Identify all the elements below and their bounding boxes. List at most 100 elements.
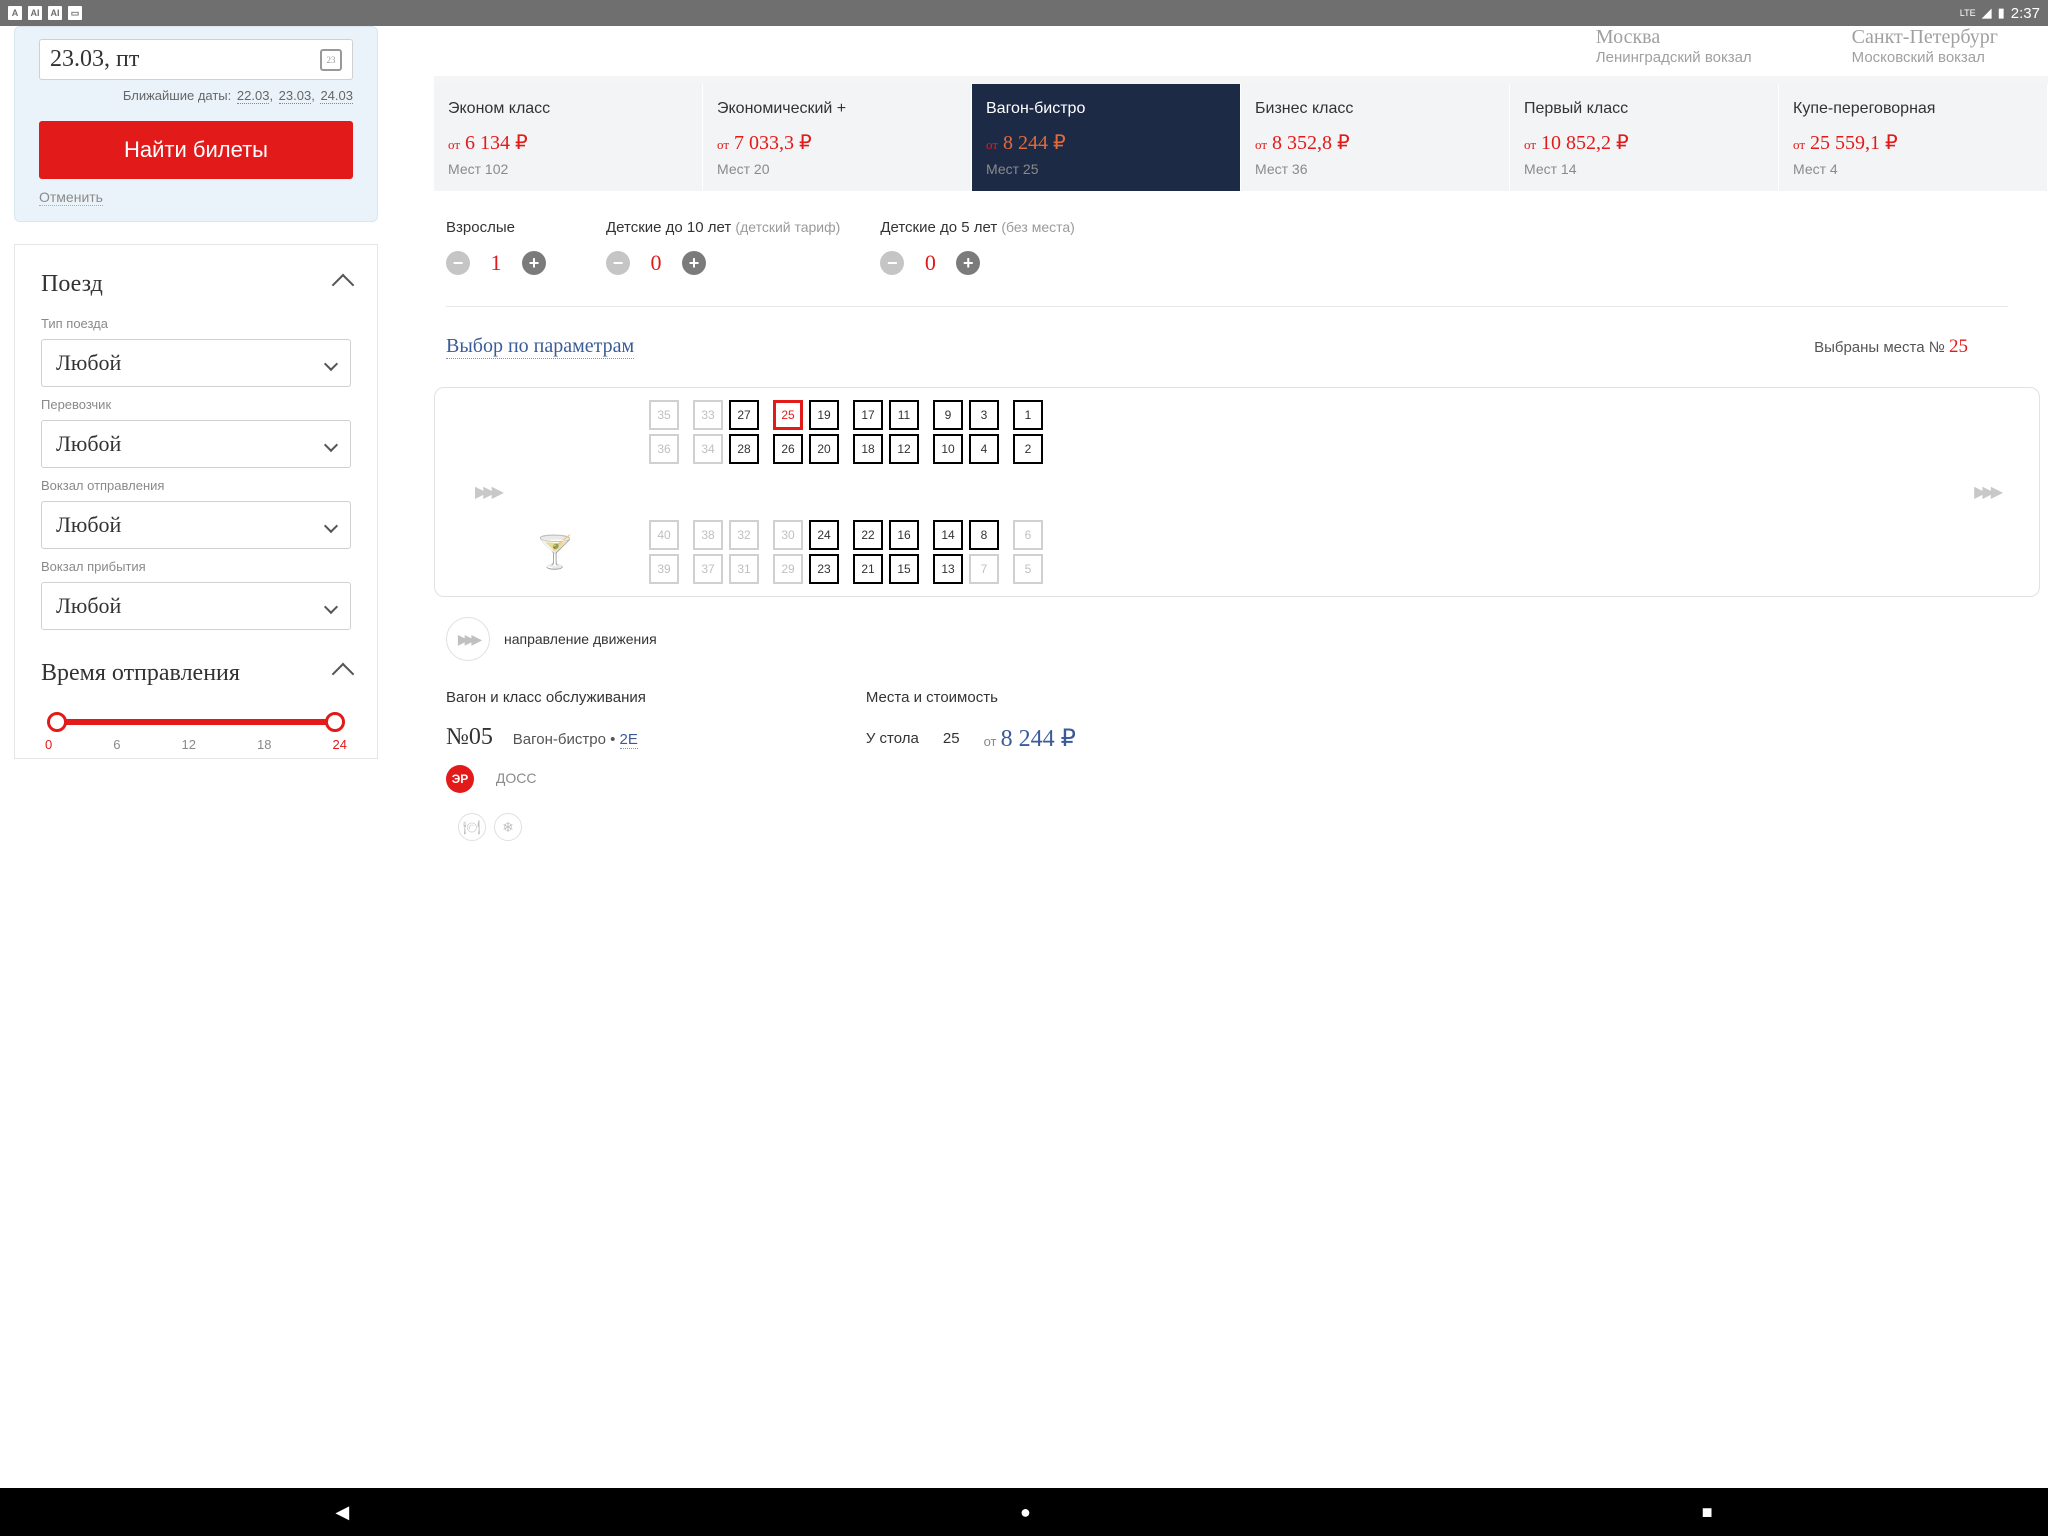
class-tab[interactable]: Купе-переговорнаяот 25 559,1 ₽Мест 4 [1779, 84, 2048, 191]
seat: 38 [693, 520, 723, 550]
route-header: Москва Ленинградский вокзал Санкт-Петерб… [434, 26, 2048, 84]
children-stepper[interactable]: − 0 + [606, 250, 840, 276]
class-price: от 8 244 ₽ [986, 130, 1226, 155]
plus-icon[interactable]: + [522, 251, 546, 275]
seat[interactable]: 3 [969, 400, 999, 430]
nearest-date-link[interactable]: 23.03 [279, 88, 312, 104]
class-title: Вагон-бистро [986, 100, 1226, 118]
seat[interactable]: 18 [853, 434, 883, 464]
recents-button[interactable]: ■ [1702, 1502, 1713, 1523]
arrive-station-select[interactable]: Любой [41, 582, 351, 630]
class-title: Купе-переговорная [1793, 100, 2033, 118]
minus-icon[interactable]: − [880, 251, 904, 275]
seat: 40 [649, 520, 679, 550]
seat[interactable]: 15 [889, 554, 919, 584]
date-input[interactable]: 23.03, пт 23 [39, 39, 353, 80]
app-icon: A [8, 6, 22, 20]
arrow-right-icon: ▶▶▶ [475, 482, 500, 502]
seat: 6 [1013, 520, 1043, 550]
minus-icon[interactable]: − [606, 251, 630, 275]
slider-handle-end[interactable] [325, 712, 345, 732]
back-button[interactable]: ◀ [335, 1502, 349, 1523]
nearest-date-link[interactable]: 22.03 [237, 88, 270, 104]
seat[interactable]: 23 [809, 554, 839, 584]
seat[interactable]: 14 [933, 520, 963, 550]
seat[interactable]: 13 [933, 554, 963, 584]
seat[interactable]: 27 [729, 400, 759, 430]
class-tabs: Эконом классот 6 134 ₽Мест 102Экономичес… [434, 84, 2048, 191]
seat[interactable]: 28 [729, 434, 759, 464]
class-price: от 10 852,2 ₽ [1524, 130, 1764, 155]
seat[interactable]: 20 [809, 434, 839, 464]
class-tab[interactable]: Экономический +от 7 033,3 ₽Мест 20 [703, 84, 972, 191]
class-tab[interactable]: Бизнес классот 8 352,8 ₽Мест 36 [1241, 84, 1510, 191]
class-title: Бизнес класс [1255, 100, 1495, 118]
filter-time-header[interactable]: Время отправления [41, 660, 351, 687]
seat[interactable]: 26 [773, 434, 803, 464]
seat: 31 [729, 554, 759, 584]
minus-icon[interactable]: − [446, 251, 470, 275]
to-city: Санкт-Петербург [1852, 26, 1998, 49]
seat[interactable]: 11 [889, 400, 919, 430]
seat[interactable]: 2 [1013, 434, 1043, 464]
filter-train-header[interactable]: Поезд [41, 271, 351, 298]
from-station: Ленинградский вокзал [1596, 49, 1752, 66]
depart-station-label: Вокзал отправления [41, 478, 351, 493]
seat[interactable]: 4 [969, 434, 999, 464]
seat[interactable]: 12 [889, 434, 919, 464]
main: Москва Ленинградский вокзал Санкт-Петерб… [392, 26, 2048, 841]
carrier-select[interactable]: Любой [41, 420, 351, 468]
plus-icon[interactable]: + [682, 251, 706, 275]
seat[interactable]: 19 [809, 400, 839, 430]
search-button[interactable]: Найти билеты [39, 121, 353, 179]
seat: 39 [649, 554, 679, 584]
nearest-date-link[interactable]: 24.03 [320, 88, 353, 104]
seat: 34 [693, 434, 723, 464]
train-type-select[interactable]: Любой [41, 339, 351, 387]
infants-stepper[interactable]: − 0 + [880, 250, 1075, 276]
seat[interactable]: 24 [809, 520, 839, 550]
class-seats: Мест 102 [448, 161, 688, 177]
class-tab[interactable]: Эконом классот 6 134 ₽Мест 102 [434, 84, 703, 191]
car-info: Вагон и класс обслуживания №05 Вагон-бис… [434, 661, 2048, 841]
doss-label: ДОСС [496, 770, 537, 786]
depart-station-select[interactable]: Любой [41, 501, 351, 549]
direction-badge: ▶▶▶ [446, 617, 490, 661]
sidebar: 23.03, пт 23 Ближайшие даты: 22.03, 23.0… [0, 26, 392, 841]
nearest-dates: Ближайшие даты: 22.03, 23.03, 24.03 [39, 88, 353, 103]
seat[interactable]: 22 [853, 520, 883, 550]
seat[interactable]: 10 [933, 434, 963, 464]
chevron-up-icon [332, 273, 355, 296]
seat[interactable]: 21 [853, 554, 883, 584]
cancel-link[interactable]: Отменить [39, 189, 103, 206]
cost-heading: Места и стоимость [866, 689, 1076, 706]
slider-handle-start[interactable] [47, 712, 67, 732]
seat: 29 [773, 554, 803, 584]
arrow-right-icon: ▶▶▶ [1974, 482, 1999, 502]
chevron-down-icon [324, 438, 338, 452]
seat[interactable]: 17 [853, 400, 883, 430]
chevron-down-icon [324, 519, 338, 533]
class-price: от 7 033,3 ₽ [717, 130, 957, 155]
home-button[interactable]: ● [1020, 1502, 1031, 1523]
filters-panel: Поезд Тип поезда Любой Перевозчик Любой … [14, 244, 378, 759]
class-tab[interactable]: Вагон-бистроот 8 244 ₽Мест 25 [972, 84, 1241, 191]
adults-stepper[interactable]: − 1 + [446, 250, 566, 276]
seat: 33 [693, 400, 723, 430]
class-seats: Мест 36 [1255, 161, 1495, 177]
seat[interactable]: 8 [969, 520, 999, 550]
seat[interactable]: 9 [933, 400, 963, 430]
adults-label: Взрослые [446, 219, 566, 236]
seat[interactable]: 25 [773, 400, 803, 430]
deck-bottom: 🍸 403938373231302924232221161514138765 [435, 508, 2039, 596]
time-slider[interactable] [41, 707, 351, 737]
class-link[interactable]: 2Е [620, 731, 638, 749]
seat[interactable]: 16 [889, 520, 919, 550]
param-select-link[interactable]: Выбор по параметрам [446, 335, 634, 359]
plus-icon[interactable]: + [956, 251, 980, 275]
class-title: Первый класс [1524, 100, 1764, 118]
signal-icon: ◢ [1982, 5, 1992, 21]
search-panel: 23.03, пт 23 Ближайшие даты: 22.03, 23.0… [14, 26, 378, 222]
seat[interactable]: 1 [1013, 400, 1043, 430]
class-tab[interactable]: Первый классот 10 852,2 ₽Мест 14 [1510, 84, 1779, 191]
